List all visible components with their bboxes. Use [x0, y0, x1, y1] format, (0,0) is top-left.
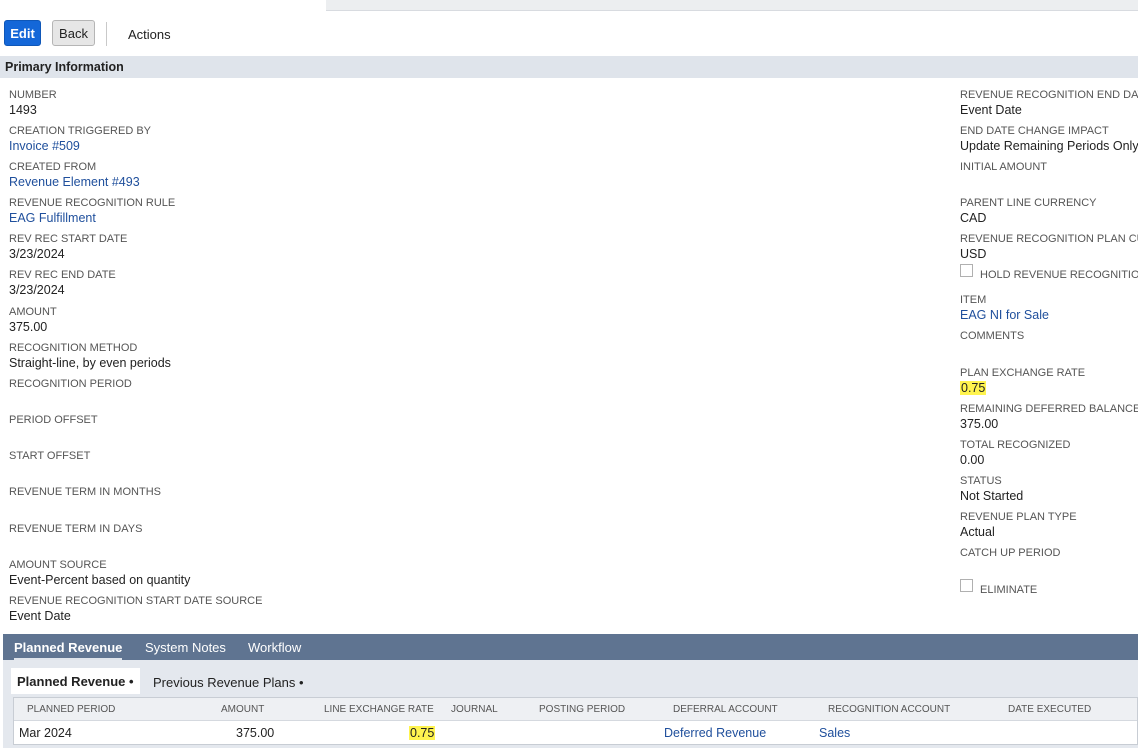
field-amount-source: AMOUNT SOURCE Event-Percent based on qua…	[9, 559, 191, 587]
field-rev-rec-end-date: REV REC END DATE 3/23/2024	[9, 269, 116, 297]
field-revenue-plan-type: REVENUE PLAN TYPE Actual	[960, 511, 1077, 539]
subtab-bar: Planned Revenue System Notes Workflow	[3, 634, 1138, 661]
actions-menu[interactable]: Actions	[128, 27, 171, 42]
tab-workflow[interactable]: Workflow	[248, 640, 301, 655]
field-catch-up-period: CATCH UP PERIOD	[960, 547, 1061, 559]
field-revenue-term-days: REVENUE TERM IN DAYS	[9, 523, 143, 535]
edit-button[interactable]: Edit	[4, 20, 41, 46]
hold-revenue-recognition-checkbox[interactable]	[960, 264, 973, 277]
field-rev-rec-start-date: REV REC START DATE 3/23/2024	[9, 233, 128, 261]
col-date-executed[interactable]: DATE EXECUTED	[1008, 704, 1091, 715]
field-created-from: CREATED FROM Revenue Element #493	[9, 161, 140, 190]
toolbar-divider	[106, 22, 107, 46]
field-comments: COMMENTS	[960, 330, 1025, 342]
field-rev-rec-end-date-source: REVENUE RECOGNITION END DATE Event Date	[960, 89, 1138, 117]
field-hold-revenue-recognition: HOLD REVENUE RECOGNITION	[980, 269, 1138, 281]
field-revenue-term-months: REVENUE TERM IN MONTHS	[9, 486, 161, 498]
col-line-exchange-rate[interactable]: LINE EXCHANGE RATE	[324, 704, 434, 715]
field-start-offset: START OFFSET	[9, 450, 91, 462]
revenue-element-link[interactable]: Revenue Element #493	[9, 174, 140, 190]
table-header: PLANNED PERIOD AMOUNT LINE EXCHANGE RATE…	[14, 698, 1137, 721]
col-amount[interactable]: AMOUNT	[221, 704, 264, 715]
tab-system-notes[interactable]: System Notes	[145, 640, 226, 655]
field-parent-line-currency: PARENT LINE CURRENCY CAD	[960, 197, 1097, 225]
cell-deferral-account[interactable]: Deferred Revenue	[664, 726, 766, 740]
primary-information-header: Primary Information	[0, 56, 1138, 78]
invoice-link[interactable]: Invoice #509	[9, 138, 151, 154]
plan-exchange-rate-value: 0.75	[960, 381, 987, 395]
col-journal[interactable]: JOURNAL	[451, 704, 498, 715]
top-strip	[326, 0, 1138, 11]
field-plan-currency: REVENUE RECOGNITION PLAN CURR USD	[960, 233, 1138, 261]
col-deferral-account[interactable]: DEFERRAL ACCOUNT	[673, 704, 778, 715]
col-planned-period[interactable]: PLANNED PERIOD	[27, 704, 115, 715]
field-recognition-method: RECOGNITION METHOD Straight-line, by eve…	[9, 342, 171, 370]
field-end-date-change-impact: END DATE CHANGE IMPACT Update Remaining …	[960, 125, 1138, 153]
inner-tab-bar: Planned Revenue • Previous Revenue Plans…	[11, 668, 311, 694]
col-posting-period[interactable]: POSTING PERIOD	[539, 704, 625, 715]
item-link[interactable]: EAG NI for Sale	[960, 307, 1049, 323]
field-recognition-period: RECOGNITION PERIOD	[9, 378, 132, 390]
field-revenue-recognition-rule: REVENUE RECOGNITION RULE EAG Fulfillment	[9, 197, 176, 226]
col-recognition-account[interactable]: RECOGNITION ACCOUNT	[828, 704, 950, 715]
planned-revenue-table: PLANNED PERIOD AMOUNT LINE EXCHANGE RATE…	[13, 697, 1138, 745]
tab-planned-revenue[interactable]: Planned Revenue	[14, 640, 123, 661]
field-start-date-source: REVENUE RECOGNITION START DATE SOURCE Ev…	[9, 595, 263, 623]
back-button[interactable]: Back	[52, 20, 95, 46]
cell-amount: 375.00	[236, 726, 275, 740]
rev-rec-rule-link[interactable]: EAG Fulfillment	[9, 210, 175, 226]
inner-tab-planned-revenue[interactable]: Planned Revenue •	[11, 668, 140, 694]
field-remaining-deferred-balance: REMAINING DEFERRED BALANCE 375.00	[960, 403, 1138, 431]
cell-line-exchange-rate: 0.75	[409, 726, 436, 740]
field-number: NUMBER 1493	[9, 89, 57, 117]
field-period-offset: PERIOD OFFSET	[9, 414, 98, 426]
cell-recognition-account[interactable]: Sales	[819, 726, 850, 740]
field-eliminate: ELIMINATE	[980, 584, 1038, 596]
field-plan-exchange-rate: PLAN EXCHANGE RATE 0.75	[960, 367, 1086, 395]
field-amount: AMOUNT 375.00	[9, 306, 57, 334]
section-title: Primary Information	[5, 60, 124, 74]
field-initial-amount: INITIAL AMOUNT	[960, 161, 1047, 173]
field-status: STATUS Not Started	[960, 475, 1024, 503]
eliminate-checkbox[interactable]	[960, 579, 973, 592]
field-total-recognized: TOTAL RECOGNIZED 0.00	[960, 439, 1071, 467]
field-creation-triggered-by: CREATION TRIGGERED BY Invoice #509	[9, 125, 152, 154]
cell-planned-period: Mar 2024	[19, 726, 72, 740]
inner-tab-previous-revenue-plans[interactable]: Previous Revenue Plans •	[153, 671, 304, 693]
field-item: ITEM EAG NI for Sale	[960, 294, 1049, 323]
